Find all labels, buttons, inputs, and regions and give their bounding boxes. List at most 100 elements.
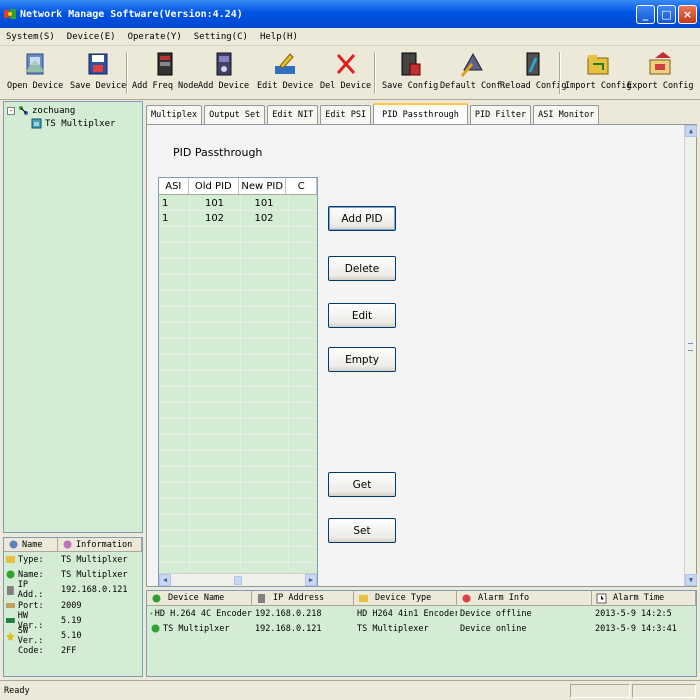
- alarm-column-alarm-time[interactable]: Alarm Time: [592, 591, 696, 605]
- table-row[interactable]: 1 102 102: [159, 211, 317, 226]
- open-device-icon: [25, 53, 46, 75]
- status-text: Ready: [4, 685, 30, 696]
- column-asi[interactable]: ASI: [159, 178, 189, 194]
- alarm-row[interactable]: TS Multiplxer 192.168.0.121 TS Multiplex…: [147, 621, 696, 636]
- tab-output-set[interactable]: Output Set: [204, 105, 266, 124]
- tree-expander[interactable]: -: [7, 106, 15, 115]
- info-key: Code:: [18, 646, 44, 657]
- alarm-column-device-type[interactable]: Device Type: [354, 591, 457, 605]
- info-header-information-label: Information: [76, 539, 133, 550]
- set-button[interactable]: Set: [328, 518, 396, 543]
- device-info-panel: Name Information Type: TS Multiplxer Nam…: [3, 537, 143, 677]
- ip-address-icon: [6, 585, 14, 595]
- tab-asi-monitor[interactable]: ASI Monitor: [533, 105, 600, 124]
- menu-help[interactable]: Help(H): [260, 32, 298, 42]
- info-value: 5.10: [61, 631, 82, 642]
- reload-config-button[interactable]: Reload Config: [500, 50, 567, 91]
- tree-root-label: zochuang: [32, 105, 76, 116]
- section-title: PID Passthrough: [173, 146, 263, 159]
- scroll-up-icon[interactable]: ▲: [685, 125, 697, 137]
- column-old-pid[interactable]: Old PID: [189, 178, 239, 194]
- info-value: TS Multiplxer: [61, 554, 128, 565]
- del-device-label: Del Device: [320, 81, 372, 91]
- info-header-name[interactable]: Name: [4, 538, 58, 551]
- info-value: 2FF: [61, 646, 77, 657]
- menu-system[interactable]: System(S): [6, 32, 55, 42]
- save-device-button[interactable]: Save Device: [70, 50, 126, 91]
- tree-root-node[interactable]: - zochuang: [7, 105, 75, 116]
- minimize-button[interactable]: _: [636, 5, 655, 24]
- info-header-information[interactable]: Information: [58, 538, 142, 551]
- port-icon: [6, 603, 15, 609]
- add-freq-node-icon: [157, 52, 173, 76]
- info-key: IP Add.:: [17, 580, 44, 601]
- empty-button[interactable]: Empty: [328, 347, 396, 372]
- alarm-column-label: Device Type: [375, 593, 432, 603]
- scroll-left-icon[interactable]: ◀: [159, 574, 171, 586]
- add-device-button[interactable]: Add Device: [198, 50, 249, 91]
- alarm-column-device-name[interactable]: Device Name: [147, 591, 252, 605]
- name-icon: [6, 570, 15, 579]
- alarm-panel: Device Name IP Address Device Type Alarm…: [146, 590, 697, 677]
- delete-button[interactable]: Delete: [328, 256, 396, 281]
- import-config-button[interactable]: Import Config: [565, 50, 632, 91]
- tab-edit-psi[interactable]: Edit PSI: [320, 105, 372, 124]
- alarm-row[interactable]: HD H.264 4C Encoder 192.168.0.218 HD H26…: [147, 606, 696, 621]
- edit-device-button[interactable]: Edit Device: [257, 50, 313, 91]
- name-column-icon: [9, 540, 18, 549]
- main-panel: Multiplex Output Set Edit NIT Edit PSI P…: [146, 101, 697, 587]
- edit-button[interactable]: Edit: [328, 303, 396, 328]
- cell-new-pid: 102: [254, 213, 274, 224]
- column-c[interactable]: C: [286, 178, 317, 194]
- type-icon: [6, 556, 15, 564]
- pid-table: ASI Old PID New PID C 1 101 101 1 102 10…: [158, 177, 318, 587]
- scroll-right-icon[interactable]: ▶: [305, 574, 317, 586]
- status-panel: [632, 684, 696, 698]
- device-status-icon: [151, 624, 160, 633]
- cell-old-pid: 101: [204, 198, 225, 209]
- alarm-column-label: Alarm Time: [613, 593, 665, 603]
- tab-multiplex[interactable]: Multiplex: [146, 105, 203, 124]
- save-config-button[interactable]: Save Config: [382, 50, 438, 91]
- tab-edit-nit[interactable]: Edit NIT: [267, 105, 319, 124]
- info-row-sw-version: SW Ver.: 5.10: [4, 626, 142, 647]
- add-pid-button[interactable]: Add PID: [328, 206, 396, 231]
- menu-device[interactable]: Device(E): [67, 32, 116, 42]
- column-new-pid[interactable]: New PID: [239, 178, 287, 194]
- cell-asi: 1: [162, 213, 169, 224]
- get-button[interactable]: Get: [328, 472, 396, 497]
- table-row[interactable]: 1 101 101: [159, 196, 317, 211]
- network-icon: [19, 106, 28, 115]
- alarm-header: Device Name IP Address Device Type Alarm…: [147, 591, 696, 606]
- content-vscrollbar[interactable]: ▲ ▼: [684, 125, 697, 586]
- info-value: 2009: [61, 600, 82, 611]
- open-device-button[interactable]: Open Device: [7, 50, 63, 91]
- alarm-column-alarm-info[interactable]: Alarm Info: [457, 591, 592, 605]
- menu-operate[interactable]: Operate(Y): [128, 32, 182, 42]
- alarm-time: 2013-5-9 14:3:41: [595, 623, 677, 634]
- device-type-icon: [359, 594, 368, 602]
- menu-setting[interactable]: Setting(C): [194, 32, 248, 42]
- default-conf-button[interactable]: Default Conf.: [440, 50, 507, 91]
- info-key: SW Ver.:: [17, 626, 44, 647]
- export-config-button[interactable]: Export Config: [627, 50, 694, 91]
- pid-table-body: 1 101 101 1 102 102: [159, 195, 317, 570]
- save-device-label: Save Device: [70, 81, 127, 91]
- close-button[interactable]: ×: [678, 5, 697, 24]
- alarm-time: 2013-5-9 14:2:5: [595, 608, 672, 619]
- tab-pid-passthrough[interactable]: PID Passthrough: [373, 103, 468, 124]
- alarm-column-label: Alarm Info: [478, 593, 530, 603]
- tree-child-node[interactable]: TS Multiplxer: [31, 118, 115, 129]
- add-freq-node-button[interactable]: Add Freq Node: [132, 50, 199, 91]
- device-tree: - zochuang TS Multiplxer: [3, 101, 143, 533]
- del-device-button[interactable]: Del Device: [320, 50, 371, 91]
- scroll-down-icon[interactable]: ▼: [685, 574, 697, 586]
- alarm-column-label: Device Name: [168, 593, 225, 603]
- software-icon: [5, 631, 15, 641]
- maximize-button[interactable]: □: [657, 5, 676, 24]
- pid-table-hscrollbar[interactable]: ◀ ▶: [159, 573, 317, 586]
- tab-pid-filter[interactable]: PID Filter: [469, 105, 532, 124]
- alarm-column-ip-address[interactable]: IP Address: [252, 591, 354, 605]
- import-config-icon: [587, 55, 609, 75]
- default-conf-label: Default Conf.: [440, 81, 507, 91]
